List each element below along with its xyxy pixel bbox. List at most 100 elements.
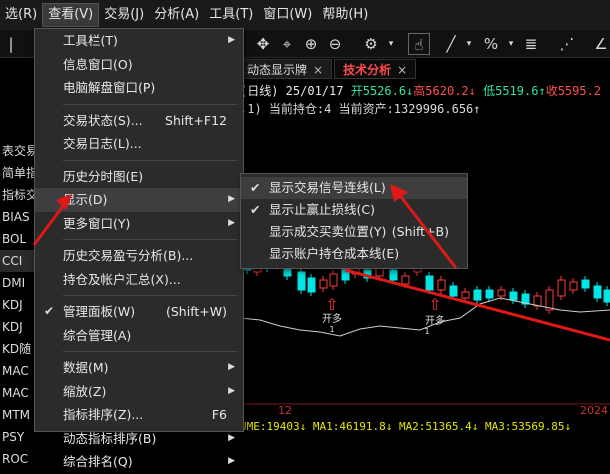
menubar-item[interactable]: 选(R) bbox=[0, 0, 42, 30]
low-price: 低5519.6↑ bbox=[483, 84, 546, 98]
chevron-down-icon[interactable]: ▾ bbox=[458, 33, 480, 55]
angle-icon[interactable]: ∠ bbox=[590, 33, 610, 55]
menu-item-label: 电脑解盘窗口(P) bbox=[63, 80, 156, 95]
menubar-item[interactable]: 分析(A) bbox=[149, 0, 204, 30]
chevron-down-icon[interactable]: ▾ bbox=[380, 33, 402, 55]
menu-item[interactable]: ✔ 管理面板(W) (Shift+W) bbox=[35, 300, 243, 324]
candle-body bbox=[497, 289, 506, 297]
menubar-item[interactable]: 交易(J) bbox=[99, 0, 149, 30]
menu-separator bbox=[63, 159, 237, 161]
close-icon[interactable]: × bbox=[313, 63, 323, 77]
menu-item[interactable]: 综合管理(A) bbox=[35, 324, 243, 348]
menu-item[interactable]: 数据(M) ▶ bbox=[35, 356, 243, 380]
menu-item[interactable]: 综合排名(Q) ▶ bbox=[35, 450, 243, 474]
candle-body bbox=[363, 269, 372, 279]
percent-icon[interactable]: % bbox=[480, 33, 502, 55]
menu-separator bbox=[63, 239, 237, 240]
candle-body bbox=[389, 269, 398, 281]
indicator-list-item[interactable]: ROC bbox=[0, 448, 40, 470]
menu-item-label: 管理面板(W) bbox=[63, 304, 136, 319]
quote-info-line: (日线) 25/01/17 开5526.6↓高5620.2↓ 低5519.6↑收… bbox=[240, 82, 601, 99]
hand-icon[interactable]: ☝ bbox=[408, 33, 430, 55]
menu-separator bbox=[63, 295, 237, 296]
menu-item[interactable]: 历史交易盈亏分析(B)... bbox=[35, 244, 243, 268]
candle-body bbox=[533, 295, 542, 307]
candle-body bbox=[593, 285, 602, 299]
tab-dynamic-board[interactable]: 动态显示牌 × bbox=[238, 59, 333, 79]
candle-body bbox=[461, 291, 470, 299]
candle-body bbox=[307, 277, 316, 293]
menu-item-label: 缩放(Z) bbox=[63, 383, 107, 399]
open-price: 开5526.6↓ bbox=[350, 84, 414, 98]
menu-item-shortcut: Shift+F12 bbox=[165, 112, 227, 128]
menu-item[interactable]: 电脑解盘窗口(P) bbox=[35, 76, 243, 100]
menu-item[interactable]: 显示(D) ▶ bbox=[35, 188, 243, 212]
menu-item-label: 交易状态(S)... bbox=[63, 112, 143, 128]
menu-item-shortcut: (Shift+B) bbox=[391, 224, 449, 239]
chevron-down-icon[interactable]: ▾ bbox=[500, 33, 522, 55]
signal-label: 开多 bbox=[425, 314, 445, 327]
settings-icon[interactable]: ⚙ bbox=[360, 33, 382, 55]
menu-item-label: 显示(D) bbox=[63, 192, 108, 207]
signal-count: 1 bbox=[424, 327, 429, 336]
menu-item[interactable]: 指标排序(Z)... F6 bbox=[35, 403, 243, 427]
submenu-arrow-icon: ▶ bbox=[228, 362, 235, 372]
menu-separator bbox=[63, 351, 237, 352]
submenu-item[interactable]: 显示账户持仓成本线(E) bbox=[241, 243, 467, 265]
zoom-out-icon[interactable]: ⊖ bbox=[324, 33, 346, 55]
menu-item-label: 历史分时图(E) bbox=[63, 168, 144, 184]
menu-item-shortcut: (Shift+W) bbox=[166, 304, 227, 319]
menubar-item[interactable]: 查看(V) bbox=[42, 3, 100, 27]
checkmark-icon: ✔ bbox=[250, 202, 261, 217]
submenu-arrow-icon: ▶ bbox=[228, 217, 235, 228]
menu-item[interactable]: 更多窗口(Y) ▶ bbox=[35, 212, 243, 236]
view-menu: 工具栏(T) ▶ 信息窗口(O) 电脑解盘窗口(P) 交易状态(S)... Shift+F… bbox=[34, 28, 244, 469]
tab-label: 动态显示牌 bbox=[247, 63, 308, 77]
menu-item[interactable]: 历史分时图(E) bbox=[35, 165, 243, 189]
fibonacci-icon[interactable]: ≣ bbox=[520, 33, 542, 55]
volume-indicator-line: UME:19403↓ MA1:46191.8↓ MA2:51365.4↓ MA3… bbox=[240, 420, 610, 432]
menu-item-label: 显示账户持仓成本线(E) bbox=[269, 246, 400, 261]
menu-item[interactable]: 交易状态(S)... Shift+F12 bbox=[35, 109, 243, 133]
zoom-in-icon[interactable]: ⊕ bbox=[300, 33, 322, 55]
signal-marker: ⇧ 开多 1 bbox=[322, 295, 342, 334]
signal-label: 开多 bbox=[322, 312, 342, 325]
menubar-item[interactable]: 帮助(H) bbox=[317, 0, 373, 30]
close-icon[interactable]: × bbox=[397, 63, 407, 77]
menu-item[interactable]: 工具栏(T) ▶ bbox=[35, 29, 243, 53]
menu-item-label: 显示成交买卖位置(Y) bbox=[269, 224, 387, 239]
submenu-item[interactable]: ✔ 显示止赢止损线(C) bbox=[241, 199, 467, 221]
tab-label: 技术分析 bbox=[343, 63, 392, 77]
submenu-item[interactable]: 显示成交买卖位置(Y) (Shift+B) bbox=[241, 221, 467, 243]
menu-item-label: 信息窗口(O) bbox=[63, 56, 133, 72]
candle-body bbox=[437, 279, 446, 291]
volume-values: UME:19403↓ MA1:46191.8↓ MA2:51365.4↓ MA3… bbox=[240, 420, 572, 432]
tab-technical-analysis[interactable]: 技术分析 × bbox=[334, 59, 417, 79]
toolbar-separator-icon: | bbox=[8, 35, 14, 53]
menu-item-label: 综合排名(Q) bbox=[63, 454, 133, 469]
menu-item-label: 指标排序(Z)... bbox=[63, 407, 144, 422]
candle-body bbox=[603, 289, 610, 303]
menubar-item[interactable]: 工具(T) bbox=[204, 0, 258, 30]
candle-body bbox=[473, 289, 482, 301]
menu-item[interactable]: 动态指标排序(B) ▶ bbox=[35, 427, 243, 451]
candle-body bbox=[401, 275, 410, 285]
menu-item-label: 交易日志(L)... bbox=[63, 136, 142, 151]
menu-item[interactable]: 交易日志(L)... bbox=[35, 132, 243, 156]
checkmark-icon: ✔ bbox=[44, 304, 55, 318]
menu-item-label: 工具栏(T) bbox=[63, 33, 118, 48]
move-icon[interactable]: ✥ bbox=[252, 33, 274, 55]
checkmark-icon: ✔ bbox=[250, 180, 261, 195]
document-tabs: 动态显示牌 × 技术分析 × bbox=[238, 59, 418, 79]
menu-item[interactable]: 持仓及帐户汇总(X)... bbox=[35, 268, 243, 292]
menu-item[interactable]: 缩放(Z) ▶ bbox=[35, 380, 243, 404]
menu-item-label: 显示交易信号连线(L) bbox=[269, 180, 386, 195]
menubar-item[interactable]: 窗口(W) bbox=[258, 0, 317, 30]
menu-item[interactable]: 信息窗口(O) bbox=[35, 53, 243, 77]
fan-icon[interactable]: ⋰ bbox=[556, 33, 578, 55]
account-info-line: ,1) 当前持仓:4 当前资产:1329996.656↑ bbox=[240, 102, 481, 116]
menu-item-label: 历史交易盈亏分析(B)... bbox=[63, 248, 194, 263]
crosshair-icon[interactable]: ⌖ bbox=[276, 33, 298, 55]
candle-body bbox=[319, 279, 328, 289]
submenu-item[interactable]: ✔ 显示交易信号连线(L) bbox=[241, 177, 467, 199]
